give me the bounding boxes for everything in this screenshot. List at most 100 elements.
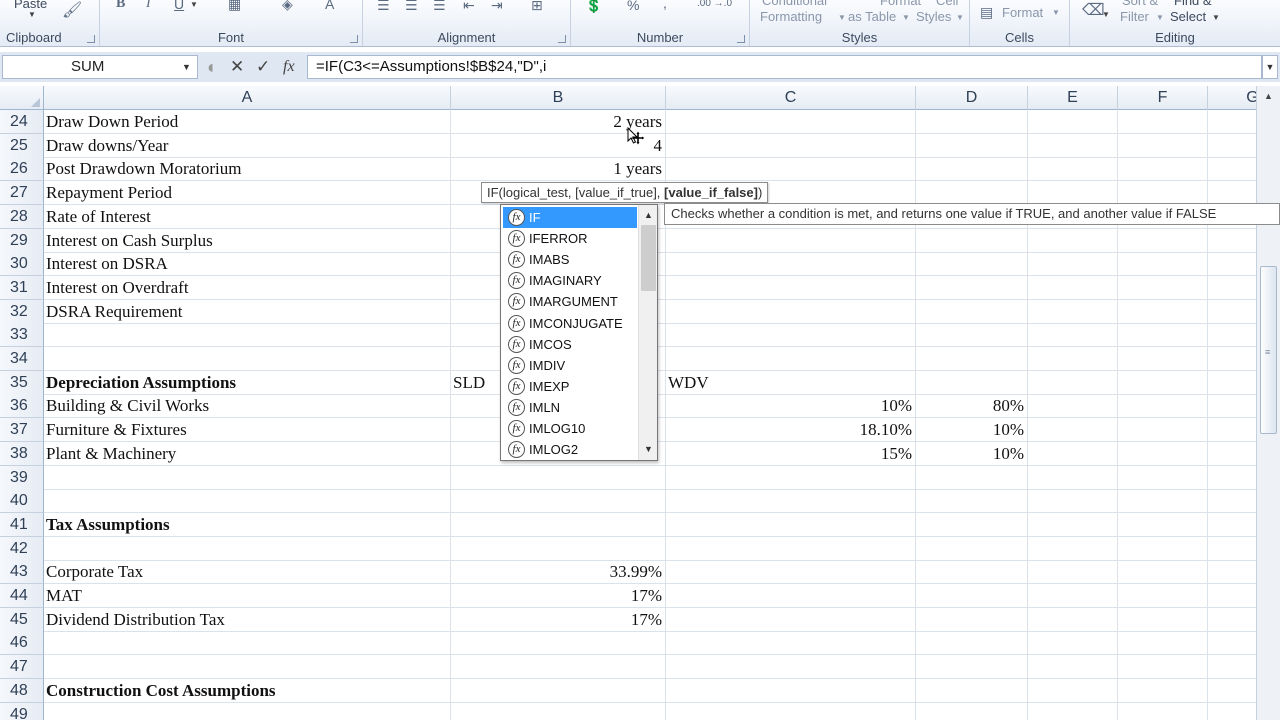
cell-d46[interactable] — [916, 631, 1028, 655]
row-header-30[interactable]: 30 — [0, 252, 44, 277]
select-all-corner[interactable] — [0, 86, 44, 110]
cell-f36[interactable] — [1118, 394, 1208, 418]
autocomplete-item-imexp[interactable]: fx IMEXP — [503, 376, 637, 397]
cell-f29[interactable] — [1118, 228, 1208, 252]
cell-a35[interactable]: Depreciation Assumptions — [44, 370, 451, 394]
cell-a33[interactable] — [44, 323, 451, 347]
cell-a29[interactable]: Interest on Cash Surplus — [44, 228, 451, 252]
cell-g49[interactable] — [1208, 703, 1256, 720]
column-header-d[interactable]: D — [916, 86, 1028, 110]
autocomplete-item-imabs[interactable]: fx IMABS — [503, 249, 637, 270]
cell-d40[interactable] — [916, 489, 1028, 513]
row-header-36[interactable]: 36 — [0, 394, 44, 419]
column-header-a[interactable]: A — [44, 86, 451, 110]
cell-c43[interactable] — [666, 560, 916, 584]
cell-f47[interactable] — [1118, 655, 1208, 679]
cell-styles-dropdown-icon[interactable]: ▼ — [956, 13, 964, 22]
cell-e48[interactable] — [1028, 678, 1118, 702]
cell-d45[interactable] — [916, 607, 1028, 631]
align-left-icon[interactable]: ☰ — [377, 0, 390, 12]
cell-c25[interactable] — [666, 133, 916, 157]
cell-a45[interactable]: Dividend Distribution Tax — [44, 607, 451, 631]
cell-b40[interactable] — [451, 489, 666, 513]
format-dropdown-icon[interactable]: ▼ — [1052, 8, 1060, 17]
autocomplete-scroll-up-icon[interactable]: ▲ — [641, 208, 656, 223]
cell-c48[interactable] — [666, 678, 916, 702]
cell-a38[interactable]: Plant & Machinery — [44, 441, 451, 465]
cell-b46[interactable] — [451, 631, 666, 655]
cell-a26[interactable]: Post Drawdown Moratorium — [44, 157, 451, 181]
cell-e36[interactable] — [1028, 394, 1118, 418]
cell-c38[interactable]: 15% — [666, 441, 916, 465]
cell-c46[interactable] — [666, 631, 916, 655]
conditional-formatting-dropdown-icon[interactable]: ▼ — [838, 13, 846, 22]
cell-b41[interactable] — [451, 512, 666, 536]
autocomplete-scroll-thumb[interactable] — [641, 225, 656, 291]
cell-styles-line2[interactable]: Styles — [916, 9, 951, 24]
font-color-button[interactable]: A — [325, 0, 334, 11]
cell-b45[interactable]: 17% — [451, 607, 666, 631]
format-as-table-dropdown-icon[interactable]: ▼ — [902, 13, 910, 22]
align-center-icon[interactable]: ☰ — [405, 0, 418, 12]
cell-c32[interactable] — [666, 299, 916, 323]
cell-c29[interactable] — [666, 228, 916, 252]
cell-c33[interactable] — [666, 323, 916, 347]
cell-f38[interactable] — [1118, 441, 1208, 465]
cell-d31[interactable] — [916, 275, 1028, 299]
cell-a31[interactable]: Interest on Overdraft — [44, 275, 451, 299]
cell-a42[interactable] — [44, 536, 451, 560]
cell-e41[interactable] — [1028, 512, 1118, 536]
cell-g35[interactable] — [1208, 371, 1256, 394]
cell-d25[interactable] — [916, 133, 1028, 157]
cell-a49[interactable] — [44, 702, 451, 720]
cell-f41[interactable] — [1118, 512, 1208, 536]
borders-icon[interactable]: ▦ — [228, 0, 241, 11]
cell-a36[interactable]: Building & Civil Works — [44, 394, 451, 418]
cell-e30[interactable] — [1028, 252, 1118, 276]
comma-style-button[interactable]: , — [663, 0, 667, 10]
cell-g34[interactable] — [1208, 347, 1256, 370]
cell-b43[interactable]: 33.99% — [451, 560, 666, 584]
cell-f44[interactable] — [1118, 584, 1208, 607]
cell-c37[interactable]: 18.10% — [666, 418, 916, 442]
autocomplete-item-imdiv[interactable]: fx IMDIV — [503, 355, 637, 376]
format-as-table-line2[interactable]: as Table — [848, 9, 896, 24]
cell-e38[interactable] — [1028, 441, 1118, 465]
row-header-48[interactable]: 48 — [0, 678, 44, 703]
cell-d39[interactable] — [916, 465, 1028, 489]
cell-e45[interactable] — [1028, 607, 1118, 631]
cell-c35[interactable]: WDV — [666, 370, 916, 394]
cell-c36[interactable]: 10% — [666, 394, 916, 418]
cell-c44[interactable] — [666, 584, 916, 607]
find-select-line1[interactable]: Find & — [1174, 0, 1212, 8]
cell-e35[interactable] — [1028, 370, 1118, 394]
cell-b48[interactable] — [451, 678, 666, 702]
cell-c24[interactable] — [666, 110, 916, 133]
increase-decimal-button[interactable]: .00 →.0 — [697, 0, 732, 11]
cell-f32[interactable] — [1118, 299, 1208, 323]
cell-g44[interactable] — [1208, 584, 1256, 607]
cell-e29[interactable] — [1028, 228, 1118, 252]
cell-d34[interactable] — [916, 347, 1028, 370]
cell-c47[interactable] — [666, 655, 916, 679]
cell-g37[interactable] — [1208, 418, 1256, 441]
cell-f35[interactable] — [1118, 370, 1208, 394]
cell-g46[interactable] — [1208, 631, 1256, 654]
autocomplete-scrollbar[interactable]: ▲ ▼ — [638, 205, 657, 460]
cell-d37[interactable]: 10% — [916, 418, 1028, 442]
cell-f37[interactable] — [1118, 418, 1208, 442]
cell-f27[interactable] — [1118, 181, 1208, 205]
autocomplete-item-imcos[interactable]: fx IMCOS — [503, 334, 637, 355]
cell-f46[interactable] — [1118, 631, 1208, 655]
cell-b42[interactable] — [451, 536, 666, 560]
cell-a28[interactable]: Rate of Interest — [44, 204, 451, 228]
cell-g33[interactable] — [1208, 323, 1256, 346]
row-header-40[interactable]: 40 — [0, 489, 44, 514]
column-header-e[interactable]: E — [1028, 86, 1118, 110]
cell-d49[interactable] — [916, 702, 1028, 720]
cell-d33[interactable] — [916, 323, 1028, 347]
autocomplete-scroll-down-icon[interactable]: ▼ — [641, 442, 656, 457]
cell-c30[interactable] — [666, 252, 916, 276]
row-header-31[interactable]: 31 — [0, 275, 44, 300]
increase-indent-icon[interactable]: ⇥ — [491, 0, 503, 12]
